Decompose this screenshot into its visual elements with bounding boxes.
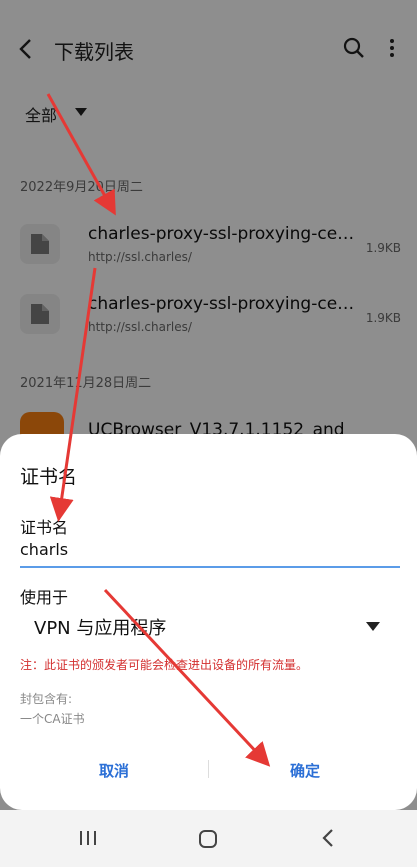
system-nav-bar	[0, 810, 417, 867]
warning-text: 注：此证书的颁发者可能会检查进出设备的所有流量。	[20, 658, 309, 672]
contains-value: 一个CA证书	[20, 712, 85, 726]
dialog-title: 证书名	[20, 466, 78, 488]
button-divider	[208, 760, 209, 778]
usage-select[interactable]: VPN 与应用程序	[20, 610, 400, 642]
usage-value: VPN 与应用程序	[34, 618, 167, 639]
cancel-button[interactable]: 取消	[99, 760, 129, 781]
home-icon[interactable]	[197, 828, 219, 850]
recents-icon[interactable]	[78, 828, 98, 848]
back-nav-icon[interactable]	[320, 828, 336, 848]
certificate-dialog: 证书名 证书名 charls 使用于 VPN 与应用程序 注：此证书的颁发者可能…	[0, 434, 417, 810]
dropdown-arrow-icon[interactable]	[366, 622, 380, 631]
use-label: 使用于	[20, 588, 69, 607]
name-label: 证书名	[20, 518, 69, 537]
certificate-name-input[interactable]: charls	[20, 538, 400, 568]
contains-label: 封包含有:	[20, 692, 73, 706]
confirm-button[interactable]: 确定	[290, 760, 320, 781]
